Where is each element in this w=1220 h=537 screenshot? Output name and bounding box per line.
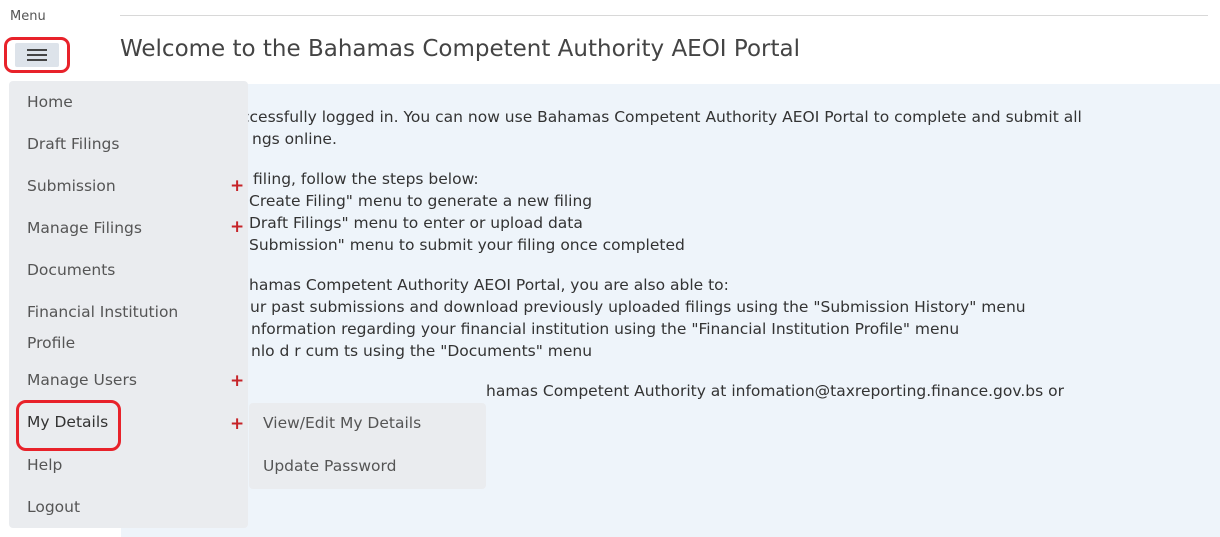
sidebar-item-home[interactable]: Home <box>27 91 73 113</box>
content-line: Draft Filings" menu to enter or upload d… <box>249 214 583 232</box>
submenu-item-view-edit-my-details[interactable]: View/Edit My Details <box>263 414 421 432</box>
content-line: Submission" menu to submit your filing o… <box>249 236 685 254</box>
my-details-expand-icon[interactable]: + <box>230 416 244 433</box>
sidebar-item-draft-filings[interactable]: Draft Filings <box>27 133 119 155</box>
content-line: filing, follow the steps below: <box>253 170 479 188</box>
hamburger-icon <box>15 43 59 67</box>
sidebar-item-submission[interactable]: Submission <box>27 175 116 197</box>
sidebar-item-logout[interactable]: Logout <box>27 496 80 518</box>
submission-expand-icon[interactable]: + <box>230 178 244 195</box>
menu-toggle-button[interactable] <box>4 37 70 73</box>
submenu-item-update-password[interactable]: Update Password <box>263 457 396 475</box>
my-details-highlight <box>16 400 121 451</box>
content-line: nformation regarding your financial inst… <box>251 320 960 338</box>
content-line: Create Filing" menu to generate a new fi… <box>249 192 593 210</box>
header-divider <box>120 15 1208 16</box>
menu-label: Menu <box>10 9 46 24</box>
content-line: hamas Competent Authority AEOI Portal, y… <box>249 276 729 294</box>
content-line: hamas Competent Authority at infomation@… <box>486 382 1064 400</box>
my-details-submenu: View/Edit My Details Update Password <box>249 403 486 489</box>
sidebar-item-label: Profile <box>27 334 76 352</box>
sidebar-menu: Home Draft Filings Submission Manage Fil… <box>9 81 248 528</box>
sidebar-item-manage-users[interactable]: Manage Users <box>27 369 137 391</box>
content-line: ur past submissions and download previou… <box>250 298 1026 316</box>
content-line: nlo d r cum ts using the "Documents" men… <box>251 342 593 360</box>
content-line: ccessfully logged in. You can now use Ba… <box>241 108 1082 126</box>
manage-filings-expand-icon[interactable]: + <box>230 219 244 236</box>
sidebar-item-manage-filings[interactable]: Manage Filings <box>27 217 142 239</box>
page-title: Welcome to the Bahamas Competent Authori… <box>120 36 800 62</box>
sidebar-item-financial-institution-profile[interactable]: Financial Institution Profile <box>27 301 178 354</box>
manage-users-expand-icon[interactable]: + <box>230 373 244 390</box>
sidebar-item-documents[interactable]: Documents <box>27 259 115 281</box>
sidebar-item-label: Financial Institution <box>27 303 179 321</box>
content-line: ngs online. <box>252 130 337 148</box>
sidebar-item-help[interactable]: Help <box>27 454 62 476</box>
